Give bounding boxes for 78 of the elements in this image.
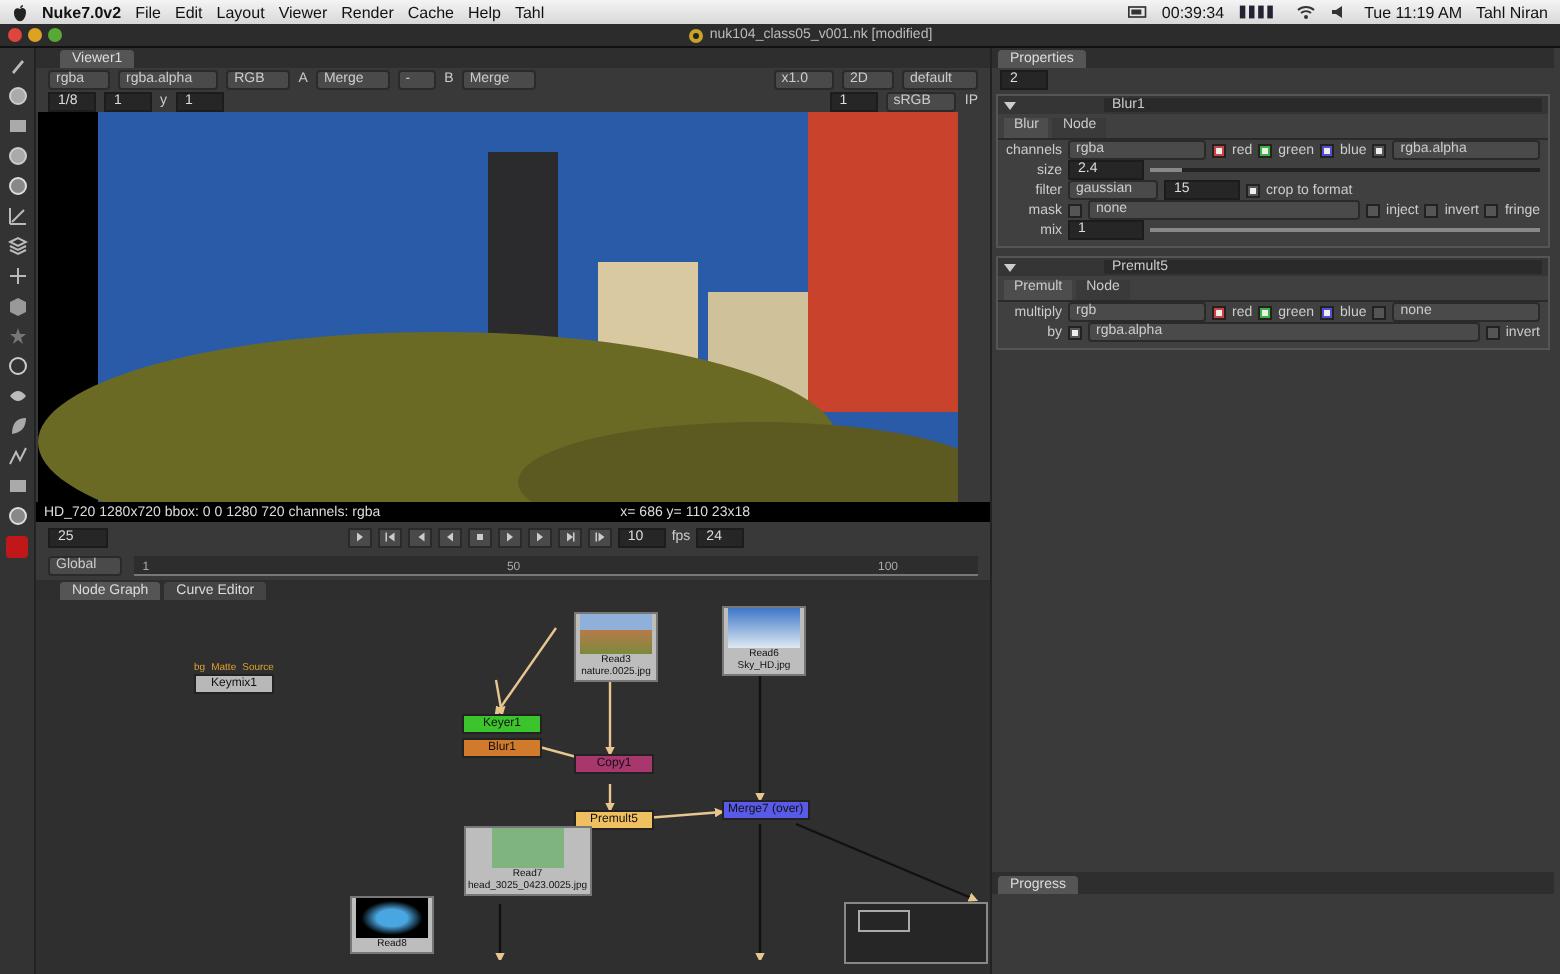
close-button[interactable] [8,28,22,42]
menu-item[interactable]: Render [341,3,394,21]
connector-line [755,676,765,803]
menu-item[interactable]: Tahl [514,3,545,21]
checkbox[interactable] [1424,203,1439,217]
leaf-icon[interactable] [7,416,27,436]
move-icon[interactable] [7,266,27,286]
checkbox[interactable] [1485,325,1500,339]
clock-text[interactable]: Tue 11:19 AM [1364,3,1462,21]
menu-item[interactable]: File [135,3,161,21]
skip-end-icon [593,530,606,544]
minimap-view [858,910,910,932]
connector-line [755,824,765,960]
ring-icon[interactable] [7,356,27,376]
wand-icon[interactable] [7,446,27,466]
cube-icon[interactable] [7,296,27,316]
circle-icon[interactable] [7,86,27,106]
thumbnail-placeholder [356,898,428,938]
brush-icon[interactable] [7,56,27,76]
playback-button[interactable] [557,527,582,547]
bars-icon[interactable] [7,476,27,496]
checkbox[interactable] [1372,305,1387,319]
play-icon [503,530,516,544]
thumbnail-placeholder [728,608,800,648]
menu-item[interactable]: Layout [216,3,265,21]
playback-button[interactable] [527,527,552,547]
menu-item[interactable]: Help [468,3,501,21]
step-back-icon [413,530,426,544]
playback-button[interactable] [407,527,432,547]
checkbox[interactable] [1484,203,1499,217]
wifi-icon[interactable] [1296,4,1317,20]
checkbox[interactable] [1068,203,1082,217]
playback-button[interactable] [587,527,612,547]
collapse-icon[interactable] [1004,261,1016,273]
checkbox[interactable] [1366,203,1381,217]
playback-button[interactable] [467,527,492,547]
minimap[interactable] [844,902,988,964]
connector-line [605,784,615,813]
play-back-icon [443,530,456,544]
user-name[interactable]: Tahl Niran [1475,3,1548,21]
gauge-icon[interactable] [7,506,27,526]
playback-button[interactable] [377,527,402,547]
timer-text[interactable]: 00:39:34 [1161,3,1225,21]
checkbox[interactable] [1212,305,1226,319]
playback-button[interactable] [497,527,522,547]
eye-icon[interactable] [7,386,27,406]
star-icon[interactable] [7,326,27,346]
minimize-button[interactable] [28,28,42,42]
play-icon [353,530,366,544]
checkbox[interactable] [1258,143,1273,157]
checkbox[interactable] [1068,325,1082,339]
checkbox[interactable] [1372,143,1387,157]
menu-item[interactable]: Cache [407,3,454,21]
battery-icon[interactable] [1127,4,1148,20]
menu-item[interactable]: Viewer [278,3,328,21]
checkbox[interactable] [1320,305,1335,319]
app-menu[interactable]: Nuke7.0v2 [42,3,122,21]
stop-icon [473,530,486,544]
zoom-button[interactable] [48,28,62,42]
playback-button[interactable] [347,527,372,547]
disc-icon[interactable] [7,176,27,196]
checkbox[interactable] [1258,305,1273,319]
curve-icon[interactable] [7,206,27,226]
connector-line [495,904,505,960]
checkbox[interactable] [1212,143,1226,157]
playback-button[interactable] [437,527,462,547]
layers-icon[interactable] [7,236,27,256]
menu-item[interactable]: Edit [174,3,203,21]
checkbox[interactable] [1320,143,1335,157]
sphere-icon[interactable] [7,146,27,166]
apple-icon[interactable] [12,3,28,21]
checkbox[interactable] [1246,183,1261,197]
collapse-icon[interactable] [1004,99,1016,111]
thumbnail-placeholder [580,614,652,654]
skip-start-icon [383,530,396,544]
bars-icon[interactable] [7,116,27,136]
step-forward-icon [533,530,546,544]
thumbnail-placeholder [491,828,564,868]
